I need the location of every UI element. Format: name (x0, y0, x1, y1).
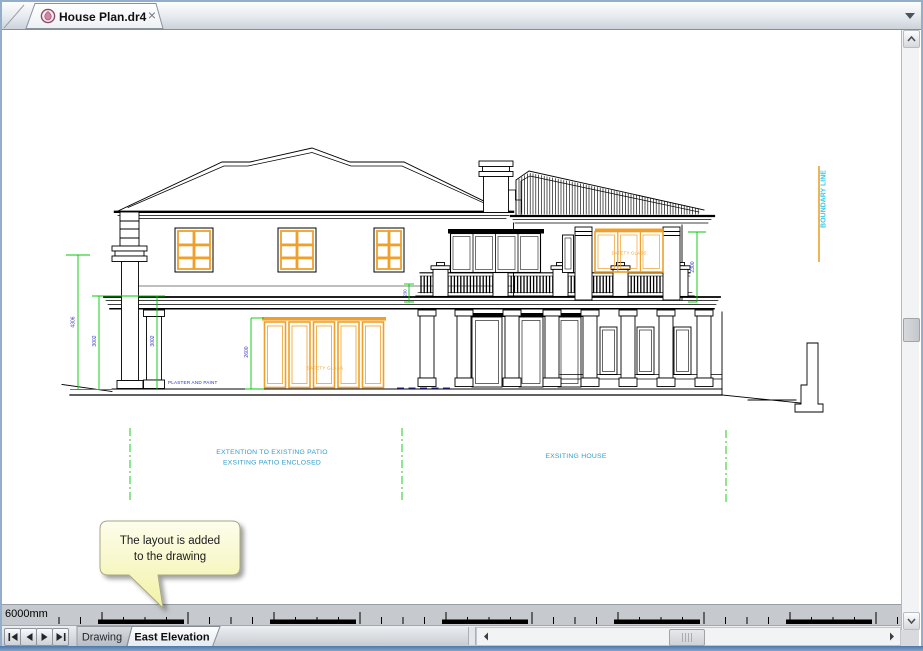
plaster-note: PLASTER AND PAINT (168, 380, 218, 385)
window-border-left (0, 0, 2, 651)
horizontal-scrollbar[interactable] (476, 627, 901, 646)
scroll-right-button[interactable] (884, 629, 899, 644)
safety-glass-note-upper: SAFETY GLASS (612, 251, 647, 256)
dim-patio-door: 2600 (244, 346, 250, 357)
vertical-scroll-thumb[interactable] (903, 318, 920, 342)
previous-icon (23, 632, 35, 642)
boundary-line-label: BOUNDARY LINE (821, 170, 828, 228)
statusbar-corner (901, 630, 919, 646)
document-tabbar: House Plan.dr4 × (2, 2, 921, 30)
callout: The layout is added to the drawing (96, 517, 256, 617)
thumb-grip (682, 633, 693, 642)
dim-storey-b: 3002 (150, 335, 156, 346)
first-sheet-button[interactable] (4, 628, 21, 646)
next-icon (39, 632, 51, 642)
house-linework (62, 148, 823, 412)
dim-balcony: 230 (403, 289, 408, 297)
extension-note-line2: EXSITING PATIO ENCLOSED (223, 460, 321, 467)
ground-floor-doors (472, 317, 581, 387)
scroll-up-button[interactable] (903, 30, 920, 48)
dim-storey-a: 3002 (92, 335, 98, 346)
tab-overflow-dropdown-icon[interactable] (905, 13, 915, 19)
chevron-up-icon (907, 36, 916, 42)
sheet-tab-bar: Drawing East Elevation (2, 625, 901, 646)
annotation-texts: EXTENTION TO EXISTING PATIO EXSITING PAT… (216, 449, 607, 467)
extension-note-line1: EXTENTION TO EXISTING PATIO (216, 449, 328, 456)
ruler-scale-label: 6000mm (5, 608, 48, 620)
last-sheet-button[interactable] (52, 628, 69, 646)
gem-file-icon (40, 8, 56, 24)
balcony-balusters (421, 277, 673, 293)
safety-glass-note-lower: SAFETY GLASS (307, 366, 343, 371)
ground-floor-windows (600, 327, 691, 375)
chevron-right-icon (889, 632, 895, 641)
upper-windows (175, 228, 404, 272)
horizontal-scroll-thumb[interactable] (669, 629, 705, 646)
inactive-tab-stub (4, 5, 24, 28)
chimney (479, 161, 513, 213)
patio-folding-doors (265, 322, 384, 388)
previous-sheet-button[interactable] (20, 628, 37, 646)
close-icon[interactable]: × (145, 7, 159, 23)
dim-upper-door: 2300 (690, 261, 696, 272)
scroll-left-button[interactable] (478, 629, 493, 644)
last-icon (55, 632, 67, 642)
first-icon (7, 632, 19, 642)
scroll-down-button[interactable] (903, 612, 920, 630)
patio-pilaster (144, 310, 165, 389)
boundary-post (795, 343, 823, 412)
sheet-tab-east-elevation-label[interactable]: East Elevation (134, 632, 209, 644)
document-tab-title[interactable]: House Plan.dr4 (59, 10, 146, 24)
window-border-bottom (0, 646, 923, 651)
existing-house-note: EXSITING HOUSE (545, 453, 607, 460)
chevron-down-icon (907, 618, 916, 624)
callout-text-line1: The layout is added (120, 535, 220, 547)
application-window: House Plan.dr4 × (0, 0, 923, 651)
chevron-left-icon (483, 632, 489, 641)
next-sheet-button[interactable] (36, 628, 53, 646)
sheet-tab-drawing-label[interactable]: Drawing (82, 632, 122, 644)
sheet-tabs: Drawing East Elevation (73, 626, 233, 647)
callout-text-line2: to the drawing (134, 551, 206, 563)
dim-total-height: 4306 (71, 316, 77, 327)
vertical-scrollbar[interactable] (901, 30, 919, 630)
window-border-top (0, 0, 923, 2)
tab-scrollbar-splitter[interactable] (468, 627, 476, 645)
